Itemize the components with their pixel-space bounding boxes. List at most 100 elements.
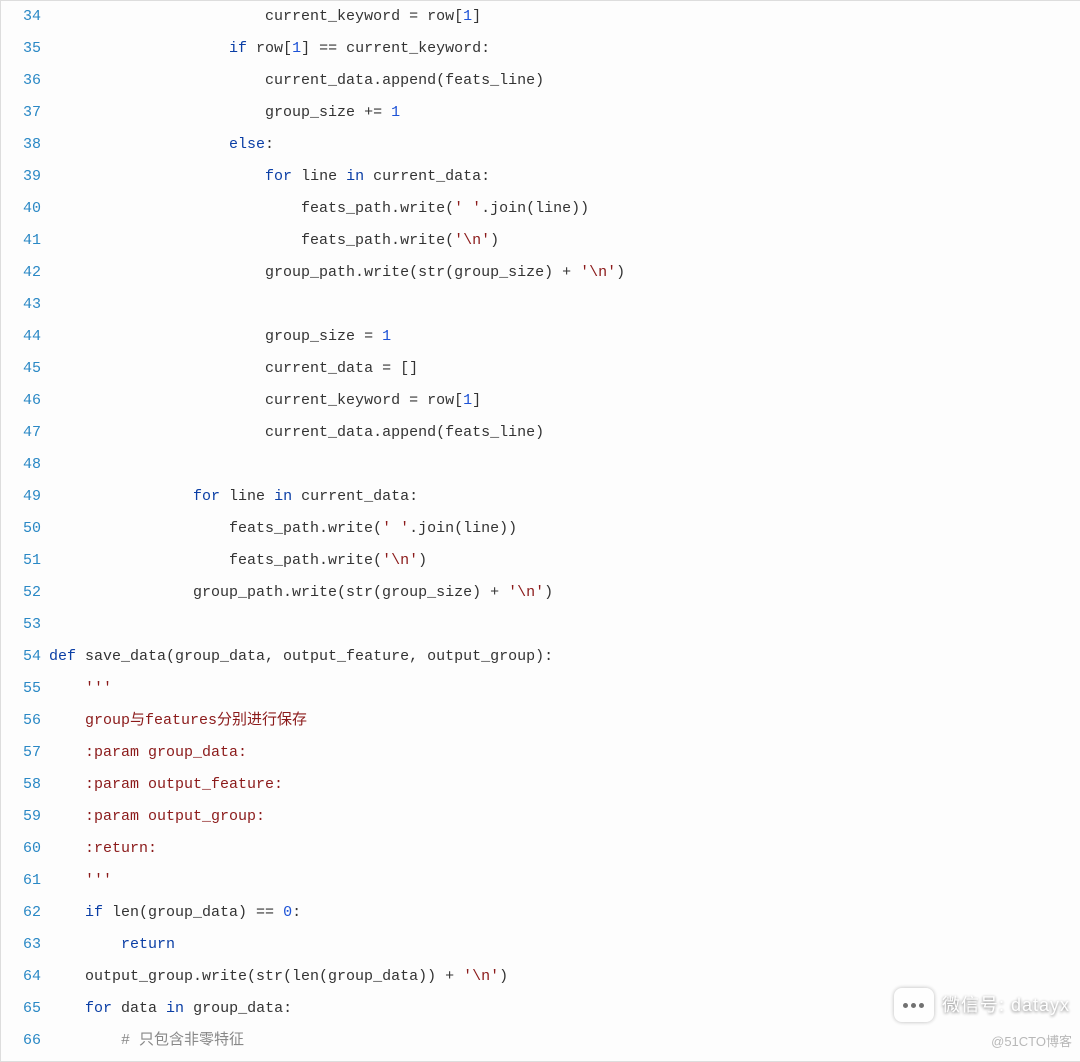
code-content: current_data.append(feats_line)	[49, 65, 544, 97]
line-number: 55	[1, 673, 49, 705]
code-content: feats_path.write(' '.join(line))	[49, 193, 589, 225]
line-number: 63	[1, 929, 49, 961]
line-number: 61	[1, 865, 49, 897]
code-content: current_keyword = row[1]	[49, 385, 481, 417]
line-number: 42	[1, 257, 49, 289]
line-number: 64	[1, 961, 49, 993]
code-content	[49, 609, 58, 641]
code-content: :param group_data:	[49, 737, 247, 769]
code-line: 43	[1, 289, 1080, 321]
line-number: 54	[1, 641, 49, 673]
line-number: 51	[1, 545, 49, 577]
line-number: 37	[1, 97, 49, 129]
line-number: 57	[1, 737, 49, 769]
line-number: 50	[1, 513, 49, 545]
code-line: 53	[1, 609, 1080, 641]
code-line: 49 for line in current_data:	[1, 481, 1080, 513]
code-content: current_data.append(feats_line)	[49, 417, 544, 449]
line-number: 46	[1, 385, 49, 417]
code-block: 34 current_keyword = row[1]35 if row[1] …	[0, 0, 1080, 1062]
code-content: '''	[49, 865, 112, 897]
code-line: 62 if len(group_data) == 0:	[1, 897, 1080, 929]
code-line: 44 group_size = 1	[1, 321, 1080, 353]
code-content: feats_path.write('\n')	[49, 545, 427, 577]
code-content	[49, 289, 58, 321]
code-content: current_data = []	[49, 353, 418, 385]
code-line: 63 return	[1, 929, 1080, 961]
code-line: 41 feats_path.write('\n')	[1, 225, 1080, 257]
line-number: 40	[1, 193, 49, 225]
line-number: 58	[1, 769, 49, 801]
line-number: 47	[1, 417, 49, 449]
code-content: for line in current_data:	[49, 481, 418, 513]
code-content: # 只包含非零特征	[49, 1025, 244, 1057]
code-content: :param output_group:	[49, 801, 265, 833]
line-number: 48	[1, 449, 49, 481]
code-line: 36 current_data.append(feats_line)	[1, 65, 1080, 97]
code-content: def save_data(group_data, output_feature…	[49, 641, 553, 673]
line-number: 56	[1, 705, 49, 737]
code-line: 57 :param group_data:	[1, 737, 1080, 769]
line-number: 36	[1, 65, 49, 97]
line-number: 60	[1, 833, 49, 865]
code-content: '''	[49, 673, 112, 705]
line-number: 62	[1, 897, 49, 929]
line-number: 53	[1, 609, 49, 641]
code-line: 47 current_data.append(feats_line)	[1, 417, 1080, 449]
code-content: return	[49, 929, 175, 961]
code-content: for data in group_data:	[49, 993, 292, 1025]
code-content: group_path.write(str(group_size) + '\n')	[49, 577, 553, 609]
code-line: 66 # 只包含非零特征	[1, 1025, 1080, 1057]
code-content: group_size += 1	[49, 97, 400, 129]
code-line: 37 group_size += 1	[1, 97, 1080, 129]
line-number: 65	[1, 993, 49, 1025]
code-content: :return:	[49, 833, 157, 865]
wechat-badge: 微信号: datayx	[894, 988, 1070, 1022]
wechat-text: 微信号: datayx	[942, 989, 1070, 1021]
line-number: 45	[1, 353, 49, 385]
line-number: 35	[1, 33, 49, 65]
line-number: 34	[1, 1, 49, 33]
code-content: output_group.write(str(len(group_data)) …	[49, 961, 508, 993]
code-content: if row[1] == current_keyword:	[49, 33, 490, 65]
code-content	[49, 449, 58, 481]
code-content: :param output_feature:	[49, 769, 283, 801]
code-content: if len(group_data) == 0:	[49, 897, 301, 929]
code-content: for line in current_data:	[49, 161, 490, 193]
wechat-bubble-icon	[894, 988, 934, 1022]
line-number: 49	[1, 481, 49, 513]
code-line: 42 group_path.write(str(group_size) + '\…	[1, 257, 1080, 289]
code-content: feats_path.write('\n')	[49, 225, 499, 257]
line-number: 66	[1, 1025, 49, 1057]
code-line: 48	[1, 449, 1080, 481]
line-number: 44	[1, 321, 49, 353]
code-content: else:	[49, 129, 274, 161]
code-line: 58 :param output_feature:	[1, 769, 1080, 801]
line-number: 39	[1, 161, 49, 193]
code-line: 45 current_data = []	[1, 353, 1080, 385]
code-line: 34 current_keyword = row[1]	[1, 1, 1080, 33]
code-line: 35 if row[1] == current_keyword:	[1, 33, 1080, 65]
line-number: 43	[1, 289, 49, 321]
line-number: 41	[1, 225, 49, 257]
code-line: 40 feats_path.write(' '.join(line))	[1, 193, 1080, 225]
code-line: 46 current_keyword = row[1]	[1, 385, 1080, 417]
code-line: 59 :param output_group:	[1, 801, 1080, 833]
code-content: group_size = 1	[49, 321, 391, 353]
code-line: 56 group与features分别进行保存	[1, 705, 1080, 737]
code-line: 54def save_data(group_data, output_featu…	[1, 641, 1080, 673]
code-line: 61 '''	[1, 865, 1080, 897]
code-line: 50 feats_path.write(' '.join(line))	[1, 513, 1080, 545]
code-content: current_keyword = row[1]	[49, 1, 481, 33]
code-line: 60 :return:	[1, 833, 1080, 865]
code-content: group_path.write(str(group_size) + '\n')	[49, 257, 625, 289]
code-line: 52 group_path.write(str(group_size) + '\…	[1, 577, 1080, 609]
line-number: 52	[1, 577, 49, 609]
line-number: 59	[1, 801, 49, 833]
code-content: group与features分别进行保存	[49, 705, 307, 737]
line-number: 38	[1, 129, 49, 161]
code-line: 55 '''	[1, 673, 1080, 705]
code-line: 39 for line in current_data:	[1, 161, 1080, 193]
code-line: 51 feats_path.write('\n')	[1, 545, 1080, 577]
watermark-text: @51CTO博客	[991, 1026, 1072, 1058]
